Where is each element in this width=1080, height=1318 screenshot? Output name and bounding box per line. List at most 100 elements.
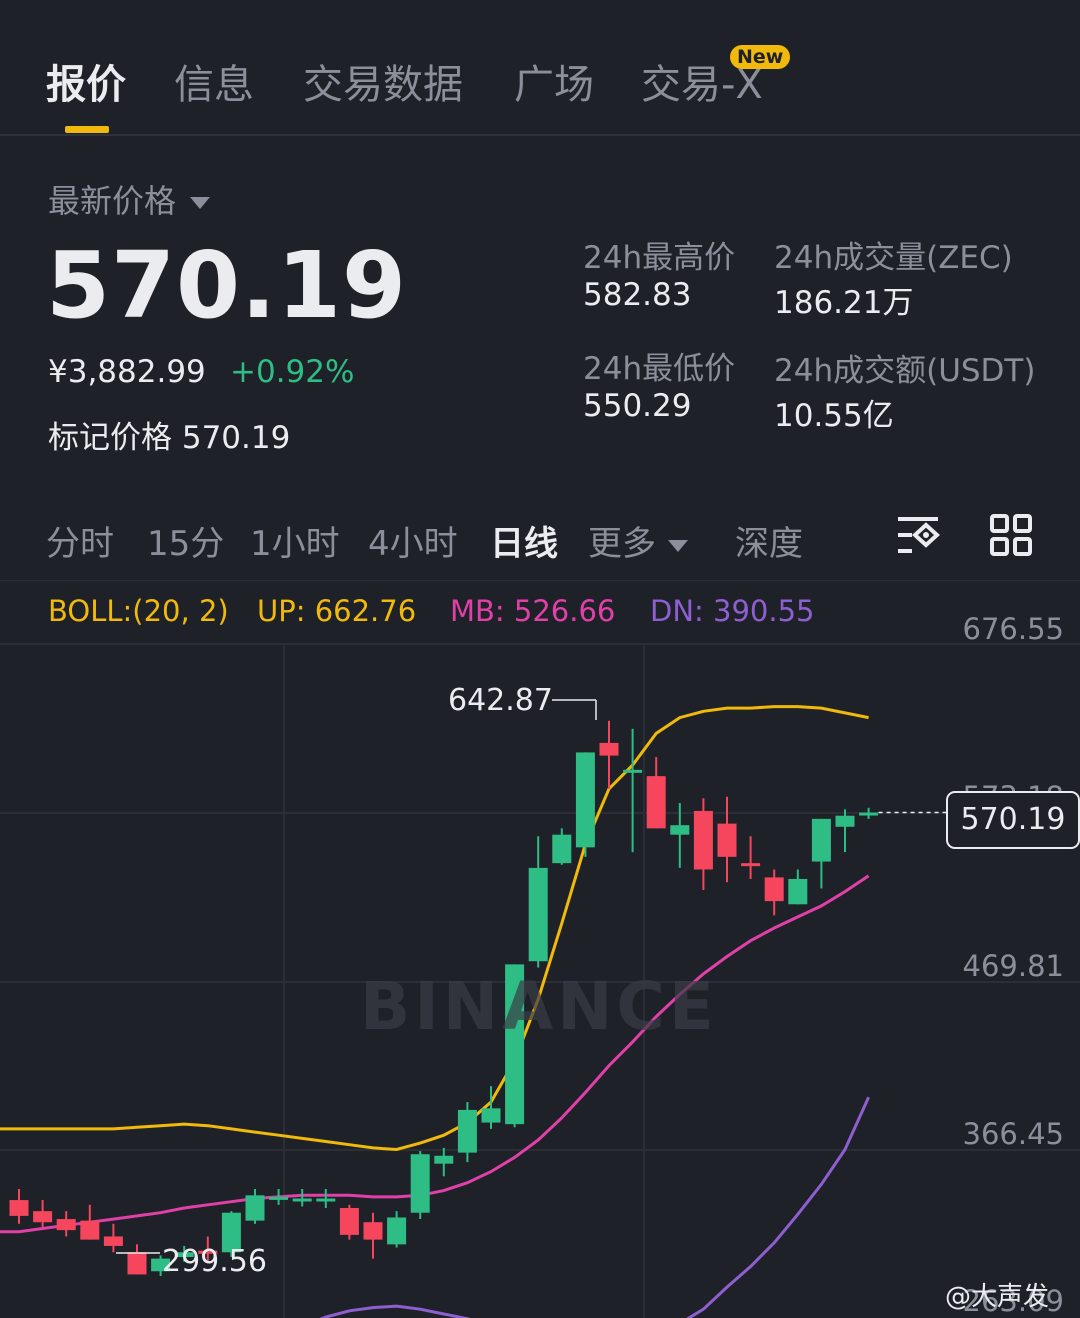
candle [457,1102,477,1163]
low-24h-value: 550.29 [583,388,692,424]
interval-1d[interactable]: 日线 [490,516,558,565]
candle-body [410,1154,430,1213]
interval-more[interactable]: 更多 [588,516,688,565]
turnover-24h-label: 24h成交额(USDT) [774,353,1036,389]
caret-down-icon [668,539,688,552]
candle-body [717,823,737,857]
interval-15m[interactable]: 15分 [147,516,224,565]
candle-body [103,1236,123,1246]
candle [387,1211,407,1248]
candle-body [670,825,690,835]
watermark-text: BINANCE [360,968,718,1045]
candle [127,1244,147,1275]
high-24h-label: 24h最高价 [583,240,736,276]
candle [811,818,831,889]
candle [623,728,643,853]
candle-body [434,1155,454,1164]
candle-body [56,1219,76,1231]
candle [9,1189,29,1224]
interval-timeshare[interactable]: 分时 [46,516,114,565]
high-marker-label: 642.87 [448,683,553,718]
last-price: 570.19 [46,232,408,339]
cny-price: ¥3,882.99 [48,354,206,390]
candle-body [599,742,619,756]
candle [434,1147,454,1177]
tab-info[interactable]: 信息 [174,52,254,110]
candle [103,1223,123,1253]
candle [56,1211,76,1237]
interval-1h[interactable]: 1小时 [250,516,340,565]
candle-body [363,1222,383,1240]
new-badge: New [730,45,791,69]
candle-body [575,752,595,848]
candle-body [552,834,572,864]
boll-middle-line [0,874,870,1234]
candle-body [764,877,784,902]
candle [292,1189,312,1207]
candle [788,869,808,905]
candle-body [316,1198,336,1202]
depth-tab[interactable]: 深度 [735,516,803,565]
candle-body [339,1207,359,1235]
candle-body [528,867,548,962]
candle-body [481,1108,501,1123]
tab-square[interactable]: 广场 [514,52,594,110]
candle [269,1189,289,1205]
candle [859,807,879,819]
candle [835,809,855,853]
grid-layout-icon[interactable] [990,514,1032,556]
change-percent: +0.92% [230,354,355,390]
volume-24h-value: 186.21万 [774,285,914,321]
candle [764,869,784,916]
candle-body [457,1109,477,1153]
caret-down-icon [190,197,211,209]
candle-body [811,818,831,862]
volume-24h-label: 24h成交量(ZEC) [774,240,1013,276]
candle [245,1189,265,1224]
candle [693,798,713,891]
candle-body [269,1196,289,1200]
latest-price-selector[interactable]: 最新价格 [48,176,211,222]
indicator-settings-icon[interactable] [895,514,941,556]
boll-lower-line [319,1096,870,1318]
candle [363,1212,383,1259]
y-axis-label-3: 469.81 [962,949,1064,983]
active-tab-indicator [65,126,109,133]
current-price-tag: 570.19 [946,791,1080,849]
binance-watermark: BINANCE [360,968,718,1045]
candle [339,1204,359,1240]
mark-price-label: 标记价格 [48,420,172,456]
tab-trading-data[interactable]: 交易数据 [303,52,463,110]
candle-body [127,1252,147,1275]
candle [575,752,595,857]
candle-body [623,769,643,773]
mark-price-row: 标记价格 570.19 [48,412,290,457]
candle [528,836,548,968]
candle [316,1189,336,1208]
credit-text: @大声发 [945,1282,1050,1312]
low-marker-label: 299.56 [162,1244,267,1279]
candle-body [245,1195,265,1221]
candle [717,796,737,883]
candle-body [859,812,879,816]
low-24h-label: 24h最低价 [583,351,736,387]
turnover-24h-value: 10.55亿 [774,398,894,434]
candle [33,1200,53,1227]
y-axis-label-4: 366.45 [962,1117,1064,1151]
latest-price-label: 最新价格 [48,182,177,220]
tab-quote[interactable]: 报价 [46,52,126,110]
y-axis-label-1: 676.55 [962,612,1064,646]
candle-body [693,810,713,870]
interval-more-label: 更多 [588,524,656,564]
boll-upper-line [0,705,869,1152]
top-tab-bar: 报价 信息 交易数据 广场 交易-X New [0,0,1080,136]
candle-body [33,1211,53,1223]
candle [80,1204,100,1240]
candle [410,1151,430,1220]
candle [741,836,761,879]
candle-body [788,878,808,905]
interval-4h[interactable]: 4小时 [368,516,458,565]
candle-body [387,1217,407,1245]
candle-body [646,776,666,829]
candle-body [292,1198,312,1202]
